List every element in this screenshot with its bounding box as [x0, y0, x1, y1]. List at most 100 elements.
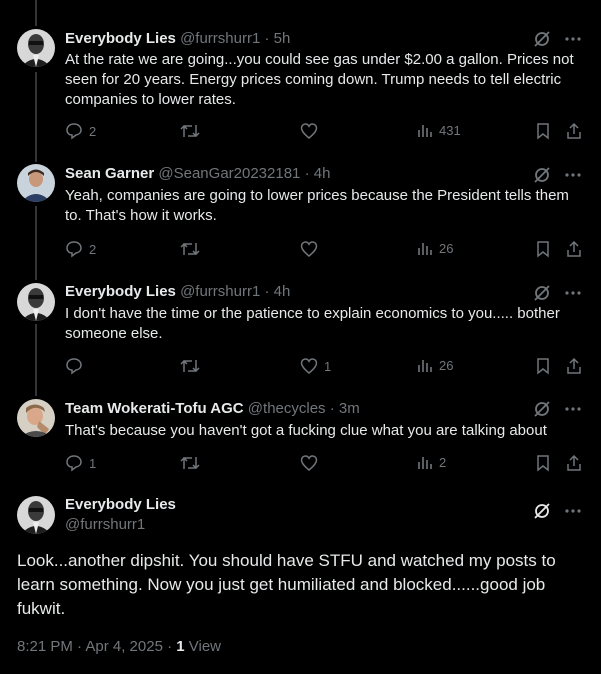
analytics-icon: [418, 125, 432, 137]
reply-button[interactable]: [65, 357, 89, 375]
share-icon: [567, 240, 581, 257]
bookmark-icon: [537, 241, 549, 258]
bookmark-button[interactable]: [535, 357, 551, 375]
author-handle[interactable]: @furrshurr1: [180, 30, 260, 47]
grok-icon[interactable]: [533, 284, 551, 302]
repost-icon: [180, 359, 200, 373]
action-bar: 1 2: [65, 454, 585, 474]
view-count: 26: [439, 240, 454, 256]
author-name[interactable]: Everybody Lies: [65, 496, 176, 513]
repost-button[interactable]: [180, 454, 200, 472]
author-handle[interactable]: @furrshurr1: [180, 283, 260, 300]
reply-button[interactable]: 2: [65, 122, 96, 140]
author-handle[interactable]: @furrshurr1: [65, 516, 145, 533]
views-button[interactable]: 431: [417, 122, 461, 138]
reply-icon: [66, 358, 82, 375]
like-button[interactable]: [300, 240, 324, 258]
avatar[interactable]: [17, 283, 55, 321]
avatar[interactable]: [17, 164, 55, 202]
tweet-text: Look...another dipshit. You should have …: [17, 551, 556, 618]
heart-icon: [300, 241, 318, 257]
tweet-text: At the rate we are going...you could see…: [65, 51, 574, 108]
reply-button[interactable]: 1: [65, 454, 96, 472]
repost-icon: [180, 456, 200, 470]
action-bar: 2 26: [65, 240, 585, 260]
analytics-icon: [418, 457, 432, 469]
reply-icon: [66, 123, 82, 140]
author-name[interactable]: Team Wokerati-Tofu AGC: [65, 400, 244, 417]
avatar[interactable]: [17, 399, 55, 437]
author-name[interactable]: Everybody Lies: [65, 283, 176, 300]
view-count: 2: [439, 454, 447, 470]
share-button[interactable]: [565, 122, 583, 140]
views-button[interactable]: 2: [417, 454, 446, 470]
action-bar: 2 431: [65, 122, 585, 142]
separator: ·: [325, 400, 339, 417]
separator: ·: [260, 30, 274, 47]
bookmark-button[interactable]: [535, 454, 551, 472]
separator: ·: [260, 283, 274, 300]
reply-count: 2: [89, 123, 97, 139]
author-name[interactable]: Everybody Lies: [65, 30, 176, 47]
tweet-text: I don't have the time or the patience to…: [65, 305, 560, 342]
avatar[interactable]: [17, 496, 55, 534]
share-icon: [567, 454, 581, 471]
like-count: 1: [324, 358, 332, 374]
thread-line: [35, 0, 37, 26]
tweet-text: Yeah, companies are going to lower price…: [65, 187, 569, 224]
view-count: 1: [176, 638, 185, 655]
like-button[interactable]: [300, 454, 324, 472]
repost-button[interactable]: [180, 122, 200, 140]
timestamp[interactable]: 5h: [274, 30, 291, 47]
author-handle[interactable]: @SeanGar20232181: [158, 165, 300, 182]
repost-icon: [180, 124, 200, 138]
share-icon: [567, 122, 581, 139]
view-label: View: [184, 638, 222, 655]
views-button[interactable]: 26: [417, 357, 453, 373]
bookmark-button[interactable]: [535, 240, 551, 258]
thread-line: [35, 206, 37, 280]
share-icon: [567, 357, 581, 374]
avatar[interactable]: [17, 29, 55, 67]
more-icon[interactable]: [565, 407, 581, 411]
more-icon[interactable]: [565, 37, 581, 41]
repost-icon: [180, 242, 200, 256]
repost-button[interactable]: [180, 357, 200, 375]
action-bar: 1 26: [65, 357, 585, 377]
thread-line: [35, 324, 37, 396]
reply-icon: [66, 241, 82, 258]
tweet-footer: 8:21 PM · Apr 4, 2025 · 1 View: [17, 638, 221, 655]
timestamp[interactable]: 8:21 PM · Apr 4, 2025 ·: [17, 638, 176, 655]
repost-button[interactable]: [180, 240, 200, 258]
thread-line: [35, 72, 37, 162]
tweet-text: That's because you haven't got a fucking…: [65, 422, 547, 439]
author-handle[interactable]: @thecycles: [248, 400, 326, 417]
analytics-icon: [418, 243, 432, 255]
timestamp[interactable]: 4h: [314, 165, 331, 182]
timestamp[interactable]: 3m: [339, 400, 360, 417]
like-button[interactable]: 1: [300, 357, 331, 375]
bookmark-button[interactable]: [535, 122, 551, 140]
share-button[interactable]: [565, 357, 583, 375]
bookmark-icon: [537, 358, 549, 375]
like-button[interactable]: [300, 122, 324, 140]
bookmark-icon: [537, 123, 549, 140]
more-icon[interactable]: [565, 509, 581, 513]
grok-icon[interactable]: [533, 166, 551, 184]
bookmark-icon: [537, 455, 549, 472]
grok-icon[interactable]: [533, 400, 551, 418]
heart-icon: [300, 455, 318, 471]
reply-button[interactable]: 2: [65, 240, 96, 258]
more-icon[interactable]: [565, 291, 581, 295]
analytics-icon: [418, 360, 432, 372]
author-name[interactable]: Sean Garner: [65, 165, 154, 182]
grok-icon[interactable]: [533, 30, 551, 48]
share-button[interactable]: [565, 454, 583, 472]
views-button[interactable]: 26: [417, 240, 453, 256]
grok-icon[interactable]: [533, 502, 551, 520]
reply-icon: [66, 455, 82, 472]
heart-icon: [300, 123, 318, 139]
more-icon[interactable]: [565, 173, 581, 177]
share-button[interactable]: [565, 240, 583, 258]
timestamp[interactable]: 4h: [274, 283, 291, 300]
